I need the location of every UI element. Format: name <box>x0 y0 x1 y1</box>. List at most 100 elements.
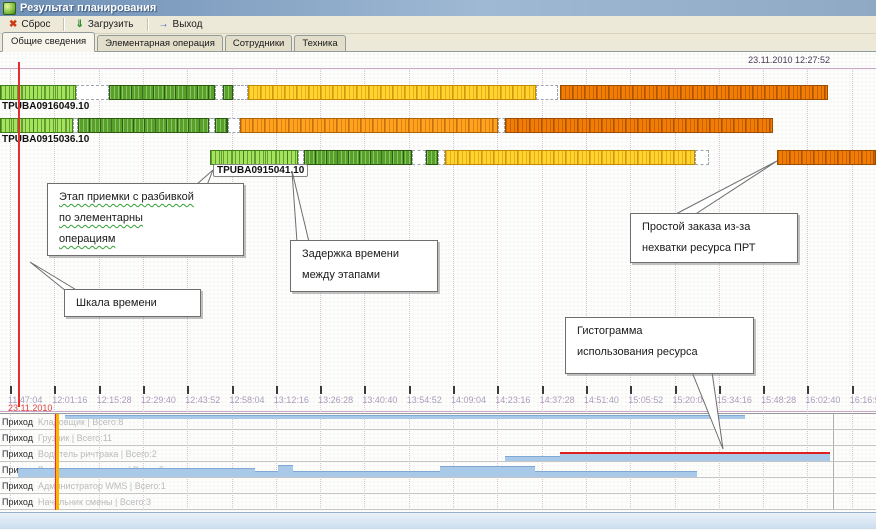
gantt-segment[interactable] <box>777 150 876 165</box>
resource-group-label: Приход <box>2 481 33 491</box>
gantt-segment[interactable] <box>426 150 438 165</box>
gantt-segment[interactable] <box>210 150 298 165</box>
axis-tick <box>852 386 854 394</box>
gantt-segment[interactable] <box>0 118 73 133</box>
app-window: Результат планирования ✖ Сброс ⇓ Загрузить →… <box>0 0 876 530</box>
callout-text-line: нехватки ресурса ПРТ <box>642 242 786 254</box>
axis-time-label: 16:02:40 <box>805 395 840 405</box>
gantt-segment <box>76 85 109 100</box>
callout-timescale: Шкала времени <box>64 289 201 317</box>
axis-bottom-line <box>0 411 876 412</box>
tabbar-divider <box>0 51 876 52</box>
axis-time-label: 14:37:28 <box>540 395 575 405</box>
title-bar[interactable]: Результат планирования <box>0 0 876 16</box>
axis-time-label: 11:47:04 <box>8 395 42 405</box>
axis-tick <box>497 386 499 394</box>
axis-time-label: 13:12:16 <box>274 395 309 405</box>
axis-tick <box>99 386 101 394</box>
gantt-segment[interactable] <box>505 118 773 133</box>
gantt-segment[interactable] <box>215 118 228 133</box>
gantt-segment[interactable] <box>304 150 412 165</box>
histogram-bar <box>535 471 697 477</box>
histogram-bar <box>255 471 278 477</box>
tab-bar: Общие сведенияЭлементарная операцияСотру… <box>0 34 876 52</box>
toolbar-separator <box>63 18 65 31</box>
reset-button[interactable]: ✖ Сброс <box>4 17 58 32</box>
callout-text-line: Этап приемки с разбивкой <box>59 191 232 203</box>
exit-button[interactable]: → Выход <box>154 17 211 32</box>
axis-tick <box>719 386 721 394</box>
axis-time-label: 15:20:04 <box>673 395 708 405</box>
gantt-segment[interactable] <box>78 118 209 133</box>
gantt-segment <box>438 150 445 165</box>
gantt-segment <box>412 150 426 165</box>
callout-histogram: Гистограммаиспользования ресурса <box>565 317 754 374</box>
axis-tick <box>542 386 544 394</box>
histogram-bar <box>560 452 830 461</box>
axis-tick <box>276 386 278 394</box>
load-icon: ⇓ <box>75 20 83 30</box>
axis-time-label: 15:05:52 <box>628 395 663 405</box>
axis-tick <box>586 386 588 394</box>
histogram-bar <box>440 466 535 477</box>
tab-elementary-operation[interactable]: Элементарная операция <box>97 35 223 52</box>
callout-text-line: Простой заказа из-за <box>642 221 786 233</box>
gantt-segment <box>215 85 223 100</box>
toolbar: ✖ Сброс ⇓ Загрузить → Выход <box>0 16 876 34</box>
gantt-segment <box>536 85 558 100</box>
axis-time-label: 15:48:28 <box>761 395 796 405</box>
axis-time-label: 12:01:16 <box>52 395 87 405</box>
order-label: TPUBA0916049.10 <box>2 101 89 112</box>
order-label: TPUBA0915041.10 <box>213 164 308 177</box>
gantt-segment[interactable] <box>560 85 828 100</box>
reset-icon: ✖ <box>9 20 17 30</box>
resource-row: ПриходВодитель погрузчика | Всего:5 <box>0 462 876 478</box>
gantt-segment[interactable] <box>240 118 498 133</box>
horizontal-scrollbar[interactable] <box>0 512 876 529</box>
current-datetime: 23.11.2010 12:27:52 <box>748 55 830 65</box>
exit-icon: → <box>159 20 169 30</box>
axis-time-label: 16:16:52 <box>850 395 876 405</box>
gantt-segment <box>233 85 248 100</box>
axis-time-label: 13:40:40 <box>362 395 397 405</box>
callout-text-line: Шкала времени <box>76 297 189 309</box>
axis-tick <box>409 386 411 394</box>
resource-group-label: Приход <box>2 433 33 443</box>
axis-tick <box>10 386 12 394</box>
resource-row: ПриходВодитель ричтрака | Всего:2 <box>0 446 876 462</box>
callout-text-line: Задержка времени <box>302 248 426 260</box>
gantt-segment[interactable] <box>0 85 76 100</box>
axis-tick <box>320 386 322 394</box>
axis-tick <box>187 386 189 394</box>
current-time-marker <box>18 62 20 407</box>
tab-equipment[interactable]: Техника <box>294 35 345 52</box>
resource-group-label: Приход <box>2 497 33 507</box>
callout-text-line: использования ресурса <box>577 346 742 358</box>
axis-tick <box>453 386 455 394</box>
axis-tick <box>675 386 677 394</box>
tab-employees[interactable]: Сотрудники <box>225 35 292 52</box>
load-button[interactable]: ⇓ Загрузить <box>70 17 141 32</box>
histogram-bar <box>65 415 745 419</box>
gantt-segment[interactable] <box>109 85 215 100</box>
resource-name-label: Грузчик | Всего:11 <box>38 433 112 443</box>
axis-tick <box>364 386 366 394</box>
axis-time-label: 12:29:40 <box>141 395 176 405</box>
tab-general[interactable]: Общие сведения <box>2 32 95 52</box>
reset-button-label: Сброс <box>21 19 50 30</box>
axis-tick <box>630 386 632 394</box>
app-icon <box>3 2 16 15</box>
axis-time-label: 13:26:28 <box>318 395 353 405</box>
chart-top-line <box>0 68 876 69</box>
gantt-segment[interactable] <box>248 85 536 100</box>
exit-button-label: Выход <box>173 19 203 30</box>
axis-time-label: 15:34:16 <box>717 395 752 405</box>
axis-time-label: 12:43:52 <box>185 395 220 405</box>
gantt-segment[interactable] <box>445 150 695 165</box>
resource-group-label: Приход <box>2 417 33 427</box>
load-button-label: Загрузить <box>88 19 134 30</box>
resource-row: ПриходНачальник смены | Всего:3 <box>0 494 876 510</box>
histogram-bar <box>278 465 293 477</box>
gantt-segment[interactable] <box>223 85 233 100</box>
resource-row: Приход Грузчик | Всего:11 <box>0 430 876 446</box>
